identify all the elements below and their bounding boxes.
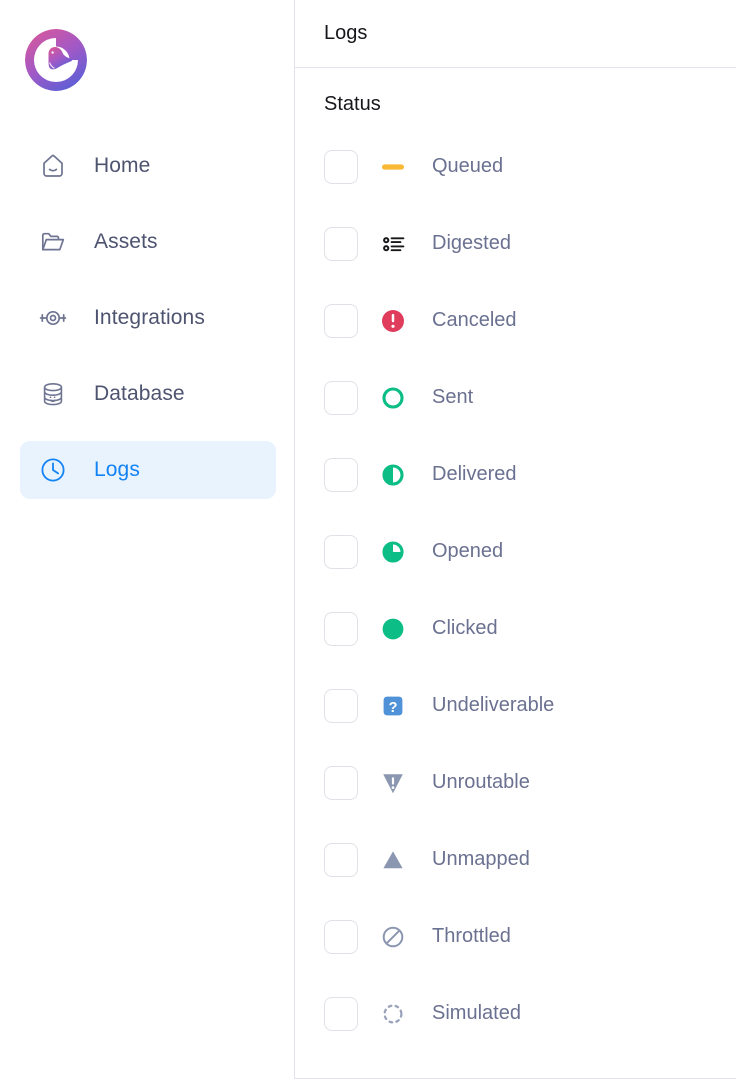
triangle-up-icon [379, 846, 407, 874]
error-circle-icon [379, 307, 407, 335]
status-row-queued[interactable]: Queued [295, 128, 736, 205]
sidebar-item-database[interactable]: Database [20, 365, 276, 423]
question-square-icon: ? [379, 692, 407, 720]
status-row-unmapped[interactable]: Unmapped [295, 821, 736, 898]
status-section-label: Status [324, 93, 381, 115]
clock-icon [38, 455, 68, 485]
status-label: Throttled [432, 925, 511, 947]
status-label: Canceled [432, 309, 517, 331]
sidebar-nav: Home Assets Integrations Database Logs [20, 137, 276, 517]
app-logo[interactable] [25, 29, 87, 91]
sidebar-item-assets[interactable]: Assets [20, 213, 276, 271]
panel-header: Logs [295, 0, 736, 68]
circle-filled-icon [379, 615, 407, 643]
sidebar: Home Assets Integrations Database Logs [0, 0, 294, 1080]
status-label: Sent [432, 386, 474, 408]
dash-icon [379, 153, 407, 181]
status-checkbox[interactable] [324, 611, 358, 646]
status-label: Simulated [432, 1002, 521, 1024]
status-filter-list: Queued Digested Canceled Sent Delivered … [295, 116, 736, 1052]
status-label: Unroutable [432, 771, 530, 793]
status-label: Digested [432, 232, 511, 254]
status-checkbox[interactable] [324, 380, 358, 415]
status-row-opened[interactable]: Opened [295, 513, 736, 590]
circle-three-quarter-icon [379, 538, 407, 566]
sidebar-item-label: Logs [94, 458, 140, 481]
integrations-icon [38, 303, 68, 333]
logs-panel: Logs Status Queued Digested Canceled Sen… [294, 0, 736, 1079]
status-label: Clicked [432, 617, 498, 639]
status-label: Opened [432, 540, 504, 562]
status-row-canceled[interactable]: Canceled [295, 282, 736, 359]
status-label: Undeliverable [432, 694, 555, 716]
circle-outline-icon [379, 384, 407, 412]
warning-triangle-down-icon [379, 769, 407, 797]
list-digest-icon [379, 230, 407, 258]
status-checkbox[interactable] [324, 765, 358, 800]
status-row-sent[interactable]: Sent [295, 359, 736, 436]
svg-text:?: ? [389, 700, 398, 716]
sidebar-item-integrations[interactable]: Integrations [20, 289, 276, 347]
home-icon [38, 151, 68, 181]
status-checkbox[interactable] [324, 842, 358, 877]
status-checkbox[interactable] [324, 919, 358, 954]
status-checkbox[interactable] [324, 534, 358, 569]
sidebar-item-label: Integrations [94, 306, 205, 329]
status-row-delivered[interactable]: Delivered [295, 436, 736, 513]
status-checkbox[interactable] [324, 149, 358, 184]
status-checkbox[interactable] [324, 303, 358, 338]
database-icon [38, 379, 68, 409]
status-row-simulated[interactable]: Simulated [295, 975, 736, 1052]
circle-half-icon [379, 461, 407, 489]
status-row-digested[interactable]: Digested [295, 205, 736, 282]
status-row-undeliverable[interactable]: ? Undeliverable [295, 667, 736, 744]
sidebar-item-home[interactable]: Home [20, 137, 276, 195]
sidebar-item-label: Home [94, 154, 151, 177]
logs-page: Home Assets Integrations Database Logs L… [0, 0, 736, 1080]
prohibited-icon [379, 923, 407, 951]
status-checkbox[interactable] [324, 226, 358, 261]
dashed-circle-icon [379, 1000, 407, 1028]
status-row-throttled[interactable]: Throttled [295, 898, 736, 975]
status-checkbox[interactable] [324, 457, 358, 492]
status-row-clicked[interactable]: Clicked [295, 590, 736, 667]
page-title: Logs [324, 22, 368, 44]
folder-icon [38, 227, 68, 257]
sidebar-item-label: Database [94, 382, 185, 405]
sidebar-item-logs[interactable]: Logs [20, 441, 276, 499]
status-label: Unmapped [432, 848, 530, 870]
status-row-unroutable[interactable]: Unroutable [295, 744, 736, 821]
bird-logo-icon [25, 29, 87, 91]
sidebar-item-label: Assets [94, 230, 158, 253]
status-checkbox[interactable] [324, 688, 358, 723]
status-label: Queued [432, 155, 504, 177]
status-checkbox[interactable] [324, 996, 358, 1031]
status-label: Delivered [432, 463, 517, 485]
